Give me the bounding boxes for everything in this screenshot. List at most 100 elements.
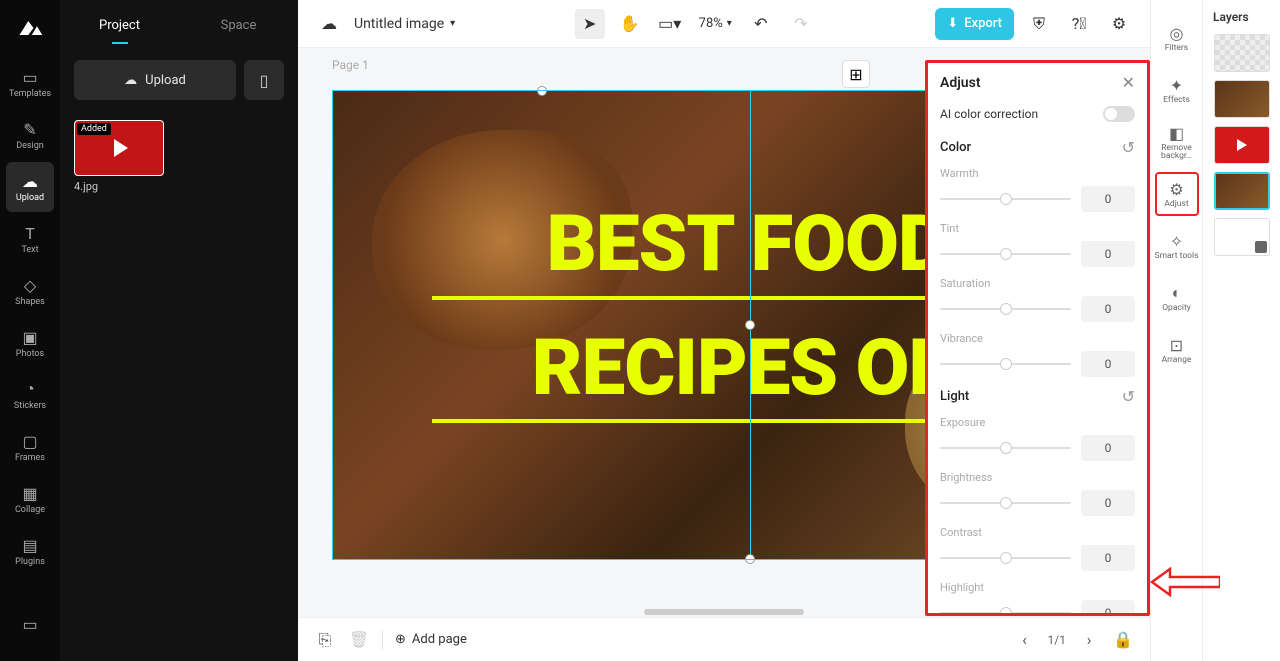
slider-thumb[interactable] [1000, 442, 1012, 454]
next-page-button[interactable]: › [1078, 629, 1100, 651]
slider-label: Exposure [940, 416, 1135, 429]
layer-food-bg[interactable] [1214, 172, 1270, 210]
filters-button[interactable]: ◎Filters [1155, 16, 1199, 60]
zoom-level[interactable]: 78%▾ [695, 16, 736, 31]
nav-label: Plugins [15, 557, 45, 567]
saturation-control: Saturation 0 [940, 277, 1135, 322]
layer-food-crop[interactable] [1214, 80, 1270, 118]
exposure-slider[interactable] [940, 447, 1071, 449]
chevron-down-icon: ▾ [450, 18, 455, 29]
add-page-button[interactable]: ⊕Add page [395, 632, 467, 647]
nav-frames[interactable]: ▢Frames [6, 422, 54, 472]
color-section-label: Color [940, 140, 971, 155]
project-tabs: Project Space [60, 0, 298, 50]
smart-selection-icon[interactable]: ⊞ [842, 60, 870, 88]
opacity-icon: ◐ [1172, 283, 1182, 303]
eraser-icon: ◧ [1169, 124, 1184, 143]
slider-thumb[interactable] [1000, 552, 1012, 564]
prev-page-button[interactable]: ‹ [1014, 629, 1036, 651]
tint-value[interactable]: 0 [1081, 241, 1135, 267]
vibrance-control: Vibrance 0 [940, 332, 1135, 377]
help-icon[interactable]: ?⃝ [1064, 9, 1094, 39]
slider-thumb[interactable] [1000, 303, 1012, 315]
hand-tool[interactable]: ✋ [615, 9, 645, 39]
reset-light-icon[interactable]: ↺ [1122, 387, 1135, 406]
tab-space[interactable]: Space [179, 0, 298, 50]
contrast-slider[interactable] [940, 557, 1071, 559]
pointer-tool[interactable]: ➤ [575, 9, 605, 39]
highlight-value[interactable]: 0 [1081, 600, 1135, 616]
warmth-slider[interactable] [940, 198, 1071, 200]
asset-item[interactable]: Added 4.jpg [74, 120, 166, 193]
vibrance-slider[interactable] [940, 363, 1071, 365]
remove-bg-button[interactable]: ◧Remove backgr… [1155, 120, 1199, 164]
layer-youtube[interactable] [1214, 126, 1270, 164]
asset-filename: 4.jpg [74, 180, 166, 193]
saturation-value[interactable]: 0 [1081, 296, 1135, 322]
nav-collage[interactable]: ▦Collage [6, 474, 54, 524]
nav-design[interactable]: ✎ Design [6, 110, 54, 160]
slider-thumb[interactable] [1000, 248, 1012, 260]
brightness-value[interactable]: 0 [1081, 490, 1135, 516]
cloud-upload-icon: ☁ [124, 73, 137, 88]
shield-icon[interactable]: ⛨ [1024, 9, 1054, 39]
undo-button[interactable]: ↶ [746, 9, 776, 39]
adjust-panel: Adjust ✕ AI color correction Color ↺ War… [925, 60, 1150, 616]
nav-templates[interactable]: ▭Templates [6, 58, 54, 108]
crop-tool[interactable]: ▭▾ [655, 9, 685, 39]
nav-plugins[interactable]: ▤Plugins [6, 526, 54, 576]
slider-thumb[interactable] [1000, 358, 1012, 370]
highlight-slider[interactable] [940, 612, 1071, 614]
opacity-button[interactable]: ◐Opacity [1155, 276, 1199, 320]
device-button[interactable]: ▯ [244, 60, 284, 100]
nav-photos[interactable]: ▣Photos [6, 318, 54, 368]
slider-thumb[interactable] [1000, 607, 1012, 616]
exposure-value[interactable]: 0 [1081, 435, 1135, 461]
ai-color-toggle[interactable] [1103, 106, 1135, 122]
close-button[interactable]: ✕ [1122, 73, 1135, 92]
duplicate-page-icon[interactable]: ⎘ [314, 629, 336, 651]
topbar: ☁ Untitled image ▾ ➤ ✋ ▭▾ 78%▾ ↶ ↷ ⬇Expor… [298, 0, 1150, 48]
tab-project[interactable]: Project [60, 0, 179, 50]
project-panel: Project Space ☁Upload ▯ Added 4.jpg [60, 0, 298, 661]
document-title[interactable]: Untitled image ▾ [354, 16, 455, 32]
tint-slider[interactable] [940, 253, 1071, 255]
app-logo[interactable] [15, 14, 45, 42]
brightness-slider[interactable] [940, 502, 1071, 504]
asset-thumbnail[interactable]: Added [74, 120, 164, 176]
redo-button[interactable]: ↷ [786, 9, 816, 39]
smart-tools-button[interactable]: ✧Smart tools [1155, 224, 1199, 268]
settings-icon[interactable]: ⚙ [1104, 9, 1134, 39]
nav-label: Upload [16, 193, 44, 203]
warmth-value[interactable]: 0 [1081, 186, 1135, 212]
layer-text[interactable] [1214, 34, 1270, 72]
layer-background[interactable] [1214, 218, 1270, 256]
delete-page-icon: 🗑 [348, 629, 370, 651]
horizontal-scrollbar[interactable] [644, 609, 804, 615]
nav-upload[interactable]: ☁Upload [6, 162, 54, 212]
slider-thumb[interactable] [1000, 497, 1012, 509]
nav-text[interactable]: TText [6, 214, 54, 264]
export-button[interactable]: ⬇Export [935, 8, 1014, 40]
arrange-button[interactable]: ⊡Arrange [1155, 328, 1199, 372]
effects-icon: ✦ [1170, 76, 1183, 95]
nav-bottom[interactable]: ▭ [6, 599, 54, 649]
nav-shapes[interactable]: ◇Shapes [6, 266, 54, 316]
nav-label: Design [16, 141, 44, 151]
rr-label: Filters [1165, 44, 1188, 53]
rr-label: Adjust [1164, 200, 1188, 209]
reset-color-icon[interactable]: ↺ [1122, 138, 1135, 157]
adjust-button[interactable]: ⚙Adjust [1155, 172, 1199, 216]
effects-button[interactable]: ✦Effects [1155, 68, 1199, 112]
cloud-sync-icon[interactable]: ☁ [314, 9, 344, 39]
nav-stickers[interactable]: ◔Stickers [6, 370, 54, 420]
saturation-slider[interactable] [940, 308, 1071, 310]
slider-thumb[interactable] [1000, 193, 1012, 205]
title-text: Untitled image [354, 16, 444, 32]
contrast-value[interactable]: 0 [1081, 545, 1135, 571]
vibrance-value[interactable]: 0 [1081, 351, 1135, 377]
upload-button[interactable]: ☁Upload [74, 60, 236, 100]
design-icon: ✎ [20, 119, 40, 139]
lock-icon[interactable]: 🔒 [1112, 629, 1134, 651]
slider-label: Vibrance [940, 332, 1135, 345]
